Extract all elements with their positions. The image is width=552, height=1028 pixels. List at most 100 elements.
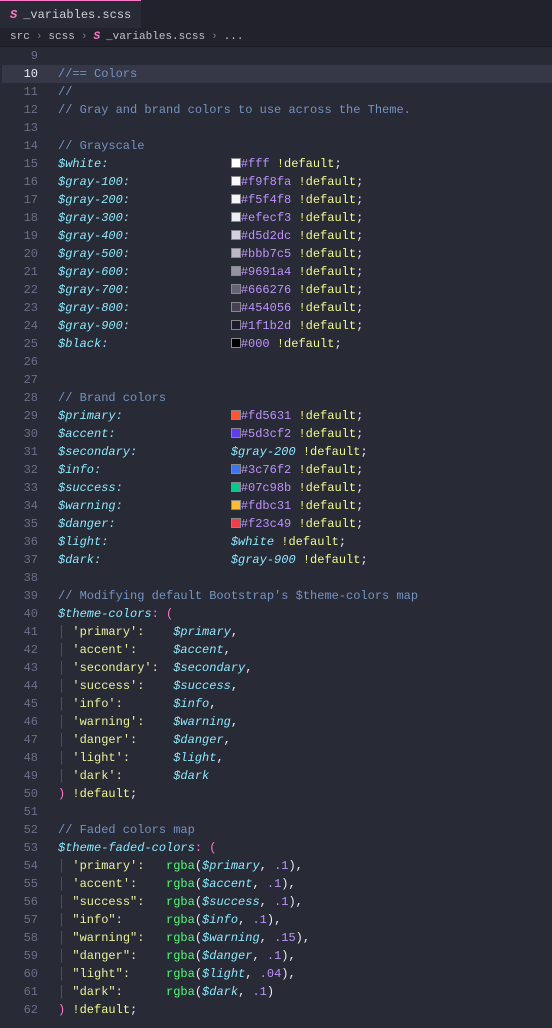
code-line[interactable]: │ 'primary': rgba($primary, .1), [58, 857, 552, 875]
line-number: 52 [0, 821, 38, 839]
code-line[interactable]: $success: #07c98b !default; [58, 479, 552, 497]
code-line[interactable]: │ "success": rgba($success, .1), [58, 893, 552, 911]
code-line[interactable]: │ 'accent': rgba($accent, .1), [58, 875, 552, 893]
color-swatch-icon [231, 518, 241, 528]
line-number: 50 [0, 785, 38, 803]
tab-label: _variables.scss [23, 8, 131, 22]
code-line[interactable]: │ 'dark': $dark [58, 767, 552, 785]
line-number: 48 [0, 749, 38, 767]
code-line[interactable] [58, 371, 552, 389]
code-line[interactable]: // Gray and brand colors to use across t… [58, 101, 552, 119]
code-line[interactable]: $gray-100: #f9f8fa !default; [58, 173, 552, 191]
line-number: 9 [0, 47, 38, 65]
code-line[interactable]: │ "dark": rgba($dark, .1) [58, 983, 552, 1001]
code-line[interactable]: $gray-900: #1f1b2d !default; [58, 317, 552, 335]
color-swatch-icon [231, 500, 241, 510]
code-line[interactable]: │ 'success': $success, [58, 677, 552, 695]
tab-bar-empty [141, 0, 552, 28]
line-number: 54 [0, 857, 38, 875]
line-number: 49 [0, 767, 38, 785]
code-line[interactable]: // Brand colors [58, 389, 552, 407]
code-line[interactable]: $gray-300: #efecf3 !default; [58, 209, 552, 227]
line-number: 14 [0, 137, 38, 155]
chevron-right-icon: › [36, 31, 43, 43]
color-swatch-icon [231, 482, 241, 492]
code-line[interactable]: │ "danger": rgba($danger, .1), [58, 947, 552, 965]
code-line[interactable]: │ "info": rgba($info, .1), [58, 911, 552, 929]
line-number: 18 [0, 209, 38, 227]
crumb-more[interactable]: ... [224, 31, 244, 43]
code-line[interactable]: $light: $white !default; [58, 533, 552, 551]
code-line[interactable]: │ 'secondary': $secondary, [58, 659, 552, 677]
code-line[interactable]: $danger: #f23c49 !default; [58, 515, 552, 533]
line-number: 62 [0, 1001, 38, 1019]
code-line[interactable]: $gray-200: #f5f4f8 !default; [58, 191, 552, 209]
code-line[interactable]: // Grayscale [58, 137, 552, 155]
color-swatch-icon [231, 176, 241, 186]
code-line[interactable]: ) !default; [58, 785, 552, 803]
line-number: 17 [0, 191, 38, 209]
line-number: 41 [0, 623, 38, 641]
line-number: 58 [0, 929, 38, 947]
code-line[interactable] [58, 803, 552, 821]
code-line[interactable]: $gray-400: #d5d2dc !default; [58, 227, 552, 245]
line-number: 38 [0, 569, 38, 587]
code-line[interactable]: $theme-colors: ( [58, 605, 552, 623]
code-line[interactable]: │ 'accent': $accent, [58, 641, 552, 659]
code-line[interactable]: │ 'primary': $primary, [58, 623, 552, 641]
line-number: 24 [0, 317, 38, 335]
code-line[interactable]: // [58, 83, 552, 101]
code-line[interactable]: $primary: #fd5631 !default; [58, 407, 552, 425]
line-number: 53 [0, 839, 38, 857]
code-line[interactable]: │ "light": rgba($light, .04), [58, 965, 552, 983]
code-line[interactable] [58, 569, 552, 587]
line-number: 27 [0, 371, 38, 389]
editor[interactable]: 9101112131415161718192021222324252627282… [0, 47, 552, 1019]
code-line[interactable]: $warning: #fdbc31 !default; [58, 497, 552, 515]
code-line[interactable]: // Modifying default Bootstrap's $theme-… [58, 587, 552, 605]
code-line[interactable]: $white: #fff !default; [58, 155, 552, 173]
code-line[interactable]: //== Colors [58, 65, 552, 83]
color-swatch-icon [231, 410, 241, 420]
line-number: 60 [0, 965, 38, 983]
line-number: 37 [0, 551, 38, 569]
code-line[interactable]: // Faded colors map [58, 821, 552, 839]
code-line[interactable]: │ "warning": rgba($warning, .15), [58, 929, 552, 947]
color-swatch-icon [231, 230, 241, 240]
line-number: 22 [0, 281, 38, 299]
line-number: 28 [0, 389, 38, 407]
code-line[interactable]: $dark: $gray-900 !default; [58, 551, 552, 569]
line-number: 56 [0, 893, 38, 911]
line-number: 55 [0, 875, 38, 893]
code-line[interactable]: $gray-600: #9691a4 !default; [58, 263, 552, 281]
crumb-scss[interactable]: scss [48, 31, 74, 43]
line-number: 16 [0, 173, 38, 191]
code-line[interactable]: │ 'info': $info, [58, 695, 552, 713]
breadcrumb: src › scss › S _variables.scss › ... [0, 28, 552, 47]
code-line[interactable]: │ 'danger': $danger, [58, 731, 552, 749]
code-line[interactable]: $theme-faded-colors: ( [58, 839, 552, 857]
code-line[interactable]: │ 'light': $light, [58, 749, 552, 767]
code-line[interactable]: $gray-500: #bbb7c5 !default; [58, 245, 552, 263]
color-swatch-icon [231, 284, 241, 294]
code-line[interactable] [58, 47, 552, 65]
crumb-file[interactable]: _variables.scss [106, 31, 205, 43]
code-line[interactable] [58, 353, 552, 371]
code-line[interactable]: $accent: #5d3cf2 !default; [58, 425, 552, 443]
code-line[interactable]: $secondary: $gray-200 !default; [58, 443, 552, 461]
code-line[interactable]: $gray-700: #666276 !default; [58, 281, 552, 299]
crumb-src[interactable]: src [10, 31, 30, 43]
line-number: 40 [0, 605, 38, 623]
line-number: 45 [0, 695, 38, 713]
code-line[interactable]: $gray-800: #454056 !default; [58, 299, 552, 317]
line-number: 35 [0, 515, 38, 533]
code-line[interactable]: $black: #000 !default; [58, 335, 552, 353]
code-line[interactable] [58, 119, 552, 137]
code-area[interactable]: //== Colors//// Gray and brand colors to… [56, 47, 552, 1019]
chevron-right-icon: › [81, 31, 88, 43]
code-line[interactable]: $info: #3c76f2 !default; [58, 461, 552, 479]
code-line[interactable]: ) !default; [58, 1001, 552, 1019]
code-line[interactable]: │ 'warning': $warning, [58, 713, 552, 731]
tab-variables[interactable]: S _variables.scss [0, 0, 141, 28]
color-swatch-icon [231, 464, 241, 474]
